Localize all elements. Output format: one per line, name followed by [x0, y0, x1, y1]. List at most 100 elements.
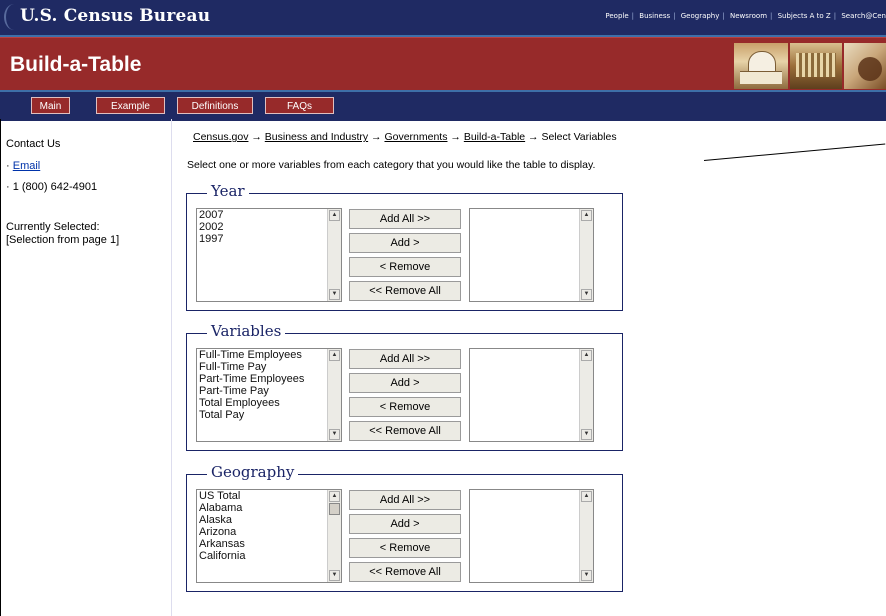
scrollbar[interactable]: ▲ ▼	[579, 209, 593, 301]
nav-faqs[interactable]: FAQs	[265, 97, 334, 114]
breadcrumb-census[interactable]: Census.gov	[193, 131, 248, 143]
scroll-down-icon[interactable]: ▼	[329, 289, 340, 300]
divider: |	[722, 12, 725, 20]
scroll-down-icon[interactable]: ▼	[329, 570, 340, 581]
scroll-up-icon[interactable]: ▲	[329, 350, 340, 361]
variables-remove-button[interactable]: < Remove	[349, 397, 461, 417]
breadcrumb-build-a-table[interactable]: Build-a-Table	[464, 131, 525, 143]
geography-fieldset: Geography US Total Alabama Alaska Arizon…	[186, 463, 623, 592]
scrollbar[interactable]: ▲ ▼	[579, 349, 593, 441]
nav-main[interactable]: Main	[31, 97, 70, 114]
geography-available-list[interactable]: US Total Alabama Alaska Arizona Arkansas…	[196, 489, 342, 583]
variables-fieldset: Variables Full-Time Employees Full-Time …	[186, 322, 623, 451]
top-header-bar: U.S. Census Bureau People | Business | Geo…	[0, 0, 886, 37]
page-title: Build-a-Table	[10, 53, 142, 76]
arrow-icon: →	[528, 131, 539, 143]
variables-remove-all-button[interactable]: << Remove All	[349, 421, 461, 441]
scrollbar[interactable]: ▲ ▼	[327, 490, 341, 582]
currently-selected-value: [Selection from page 1]	[6, 234, 120, 246]
arrow-icon: →	[371, 131, 382, 143]
list-item[interactable]: Full-Time Employees	[197, 349, 341, 361]
title-bar: Build-a-Table	[0, 37, 886, 91]
nav-definitions[interactable]: Definitions	[177, 97, 253, 114]
divider: |	[833, 12, 837, 20]
sidebar-divider	[171, 119, 172, 616]
variables-legend: Variables	[207, 322, 286, 340]
top-link-search[interactable]: Search@Cen	[841, 12, 886, 20]
geography-remove-all-button[interactable]: << Remove All	[349, 562, 461, 582]
list-item[interactable]: Arizona	[197, 526, 341, 538]
list-item[interactable]: Alaska	[197, 514, 341, 526]
list-item[interactable]: Full-Time Pay	[197, 361, 341, 373]
building-photo	[790, 43, 842, 89]
capitol-photo	[734, 43, 788, 89]
scroll-down-icon[interactable]: ▼	[581, 289, 592, 300]
scroll-up-icon[interactable]: ▲	[581, 491, 592, 502]
scroll-up-icon[interactable]: ▲	[329, 210, 340, 221]
arrow-icon: →	[450, 131, 461, 143]
scroll-up-icon[interactable]: ▲	[581, 350, 592, 361]
year-available-list[interactable]: 2007 2002 1997 ▲ ▼	[196, 208, 342, 302]
geography-selected-list[interactable]: ▲ ▼	[469, 489, 594, 583]
scroll-down-icon[interactable]: ▼	[329, 429, 340, 440]
top-link-people[interactable]: People	[605, 12, 628, 20]
scroll-down-icon[interactable]: ▼	[581, 429, 592, 440]
annotation-line	[703, 143, 886, 161]
geography-add-button[interactable]: Add >	[349, 514, 461, 534]
list-item[interactable]: Alabama	[197, 502, 341, 514]
year-legend: Year	[207, 182, 249, 200]
list-item[interactable]: Arkansas	[197, 538, 341, 550]
top-links: People | Business | Geography | Newsroom | S…	[605, 12, 886, 20]
instruction-text: Select one or more variables from each c…	[187, 159, 596, 171]
variables-available-list[interactable]: Full-Time Employees Full-Time Pay Part-T…	[196, 348, 342, 442]
list-item[interactable]: California	[197, 550, 341, 562]
year-fieldset: Year 2007 2002 1997 ▲ ▼ Add All >> Add > …	[186, 182, 623, 311]
geography-legend: Geography	[207, 463, 299, 481]
seal-photo	[844, 43, 886, 89]
header-photos	[734, 40, 886, 90]
year-remove-all-button[interactable]: << Remove All	[349, 281, 461, 301]
divider: |	[631, 12, 635, 20]
list-item[interactable]: Total Employees	[197, 397, 341, 409]
list-item[interactable]: 1997	[197, 233, 341, 245]
scrollbar[interactable]: ▲ ▼	[579, 490, 593, 582]
year-add-all-button[interactable]: Add All >>	[349, 209, 461, 229]
variables-add-all-button[interactable]: Add All >>	[349, 349, 461, 369]
nav-example[interactable]: Example	[96, 97, 165, 114]
email-link[interactable]: Email	[13, 160, 41, 172]
list-item[interactable]: 2007	[197, 209, 341, 221]
scroll-up-icon[interactable]: ▲	[329, 491, 340, 502]
currently-selected-label: Currently Selected:	[6, 221, 100, 233]
scrollbar[interactable]: ▲ ▼	[327, 349, 341, 441]
geography-add-all-button[interactable]: Add All >>	[349, 490, 461, 510]
scroll-up-icon[interactable]: ▲	[581, 210, 592, 221]
top-link-geography[interactable]: Geography	[681, 12, 720, 20]
year-add-button[interactable]: Add >	[349, 233, 461, 253]
scrollbar[interactable]: ▲ ▼	[327, 209, 341, 301]
list-item[interactable]: US Total	[197, 490, 341, 502]
list-item[interactable]: 2002	[197, 221, 341, 233]
geography-remove-button[interactable]: < Remove	[349, 538, 461, 558]
census-logo[interactable]: U.S. Census Bureau	[20, 6, 210, 26]
scroll-down-icon[interactable]: ▼	[581, 570, 592, 581]
list-item[interactable]: Part-Time Pay	[197, 385, 341, 397]
phone-number: · 1 (800) 642-4901	[6, 181, 98, 193]
scroll-thumb[interactable]	[329, 503, 340, 515]
year-remove-button[interactable]: < Remove	[349, 257, 461, 277]
divider: |	[673, 12, 676, 20]
contact-us-label: Contact Us	[6, 138, 61, 150]
top-link-subjects[interactable]: Subjects A to Z	[778, 12, 831, 20]
page-left-border	[0, 119, 1, 616]
variables-add-button[interactable]: Add >	[349, 373, 461, 393]
divider: |	[770, 12, 773, 20]
year-selected-list[interactable]: ▲ ▼	[469, 208, 594, 302]
breadcrumb-governments[interactable]: Governments	[384, 131, 447, 143]
breadcrumb-current: Select Variables	[541, 131, 617, 143]
variables-selected-list[interactable]: ▲ ▼	[469, 348, 594, 442]
breadcrumb-business[interactable]: Business and Industry	[265, 131, 368, 143]
top-link-newsroom[interactable]: Newsroom	[730, 12, 767, 20]
list-item[interactable]: Part-Time Employees	[197, 373, 341, 385]
top-link-business[interactable]: Business	[639, 12, 670, 20]
bullet: ·	[6, 160, 10, 172]
list-item[interactable]: Total Pay	[197, 409, 341, 421]
